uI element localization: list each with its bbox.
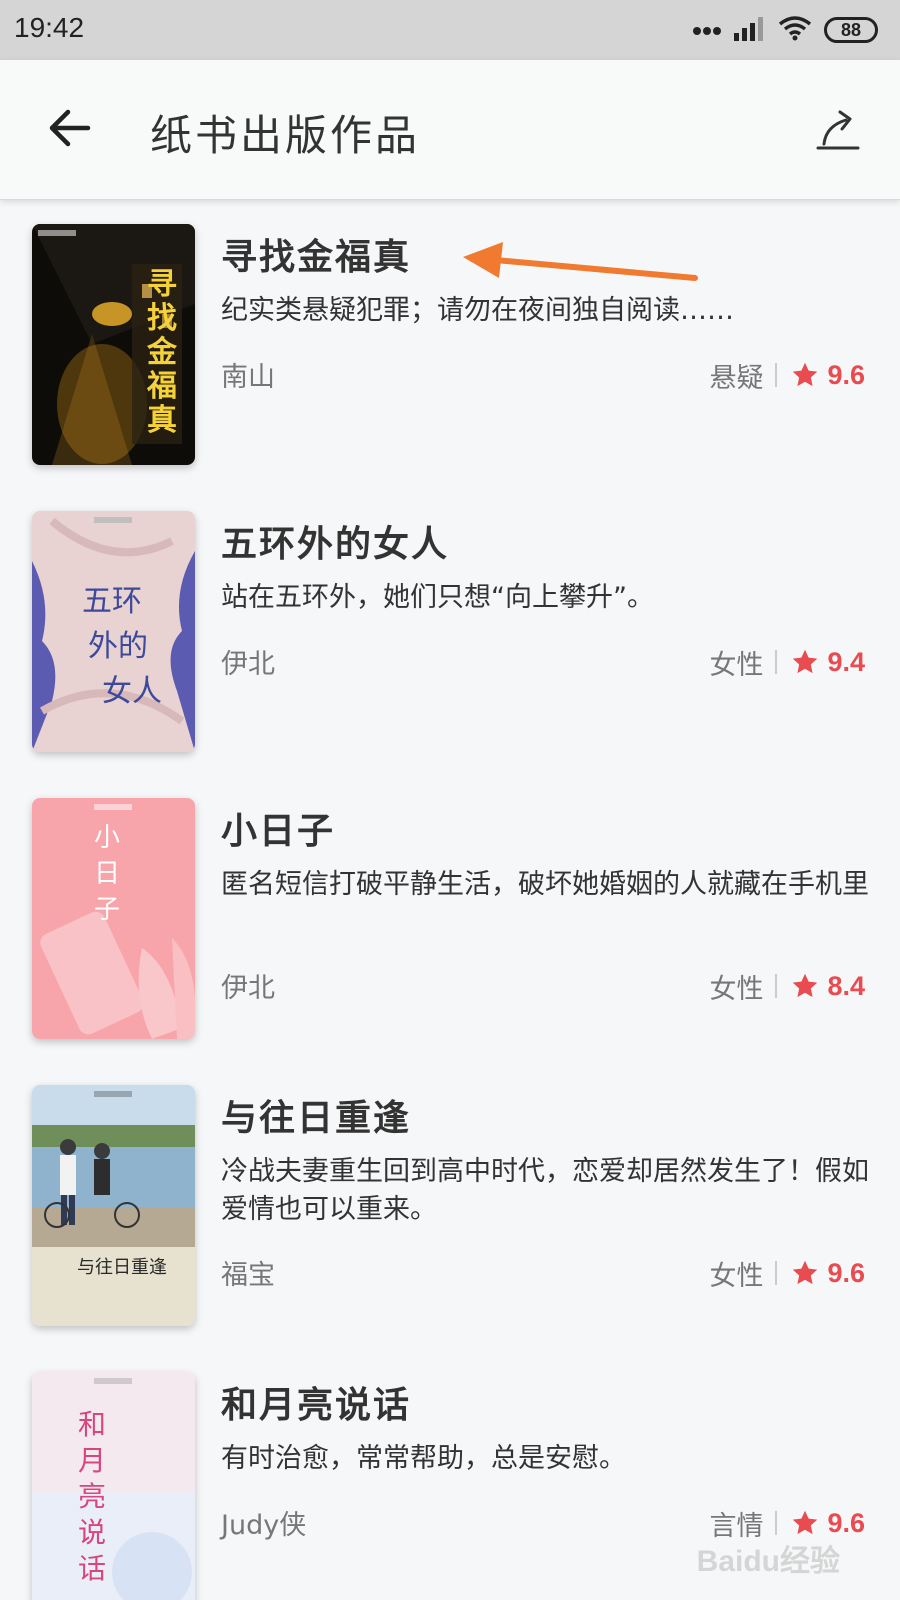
- annotation-arrow-icon: [463, 242, 698, 281]
- book-description: 匿名短信打破平静生活，破坏她婚姻的人就藏在手机里: [221, 869, 869, 900]
- arrow-left-icon: [48, 108, 92, 152]
- book-list-item[interactable]: 寻 找 金 福 真 寻找金福真 纪实类悬疑犯罪；请勿在夜间独自阅读…… 南山 悬…: [0, 200, 900, 487]
- share-icon: [814, 104, 862, 156]
- book-cover[interactable]: 小 日 子: [32, 798, 195, 1039]
- book-description: 有时治愈，常常帮助，总是安慰。: [221, 1443, 626, 1474]
- svg-text:月: 月: [78, 1444, 106, 1477]
- book-author: Judy侠: [221, 1510, 307, 1541]
- svg-text:外的: 外的: [88, 629, 148, 664]
- svg-text:日: 日: [94, 859, 120, 889]
- svg-text:子: 子: [94, 895, 120, 925]
- book-cover[interactable]: 五环 外的 女人: [32, 511, 195, 752]
- star-icon: [793, 649, 818, 674]
- svg-text:金: 金: [146, 335, 178, 370]
- divider: [775, 363, 778, 387]
- status-icons: 88: [692, 14, 878, 46]
- star-icon: [793, 1510, 818, 1535]
- book-category: 悬疑: [709, 362, 764, 394]
- book-title: 五环外的女人: [221, 524, 450, 565]
- watermark-logo: Baidu经验: [696, 1545, 840, 1578]
- book-cover[interactable]: 寻 找 金 福 真: [32, 224, 195, 465]
- svg-text:与往日重逢: 与往日重逢: [77, 1257, 167, 1278]
- book-title: 与往日重逢: [221, 1098, 412, 1139]
- svg-text:寻: 寻: [147, 267, 177, 302]
- book-category: 女性: [709, 649, 764, 681]
- svg-text:话: 话: [78, 1552, 106, 1585]
- svg-text:亮: 亮: [78, 1480, 106, 1513]
- svg-text:真: 真: [147, 403, 177, 438]
- book-rating: 9.6: [827, 359, 865, 390]
- book-cover[interactable]: 和 月 亮 说 话: [32, 1372, 195, 1600]
- more-dots-icon: [692, 21, 722, 40]
- book-author: 伊北: [221, 973, 275, 1004]
- star-icon: [793, 1260, 818, 1285]
- divider: [775, 1261, 778, 1285]
- book-list: 寻 找 金 福 真 寻找金福真 纪实类悬疑犯罪；请勿在夜间独自阅读…… 南山 悬…: [0, 200, 900, 1600]
- book-meta: 悬疑 9.6: [709, 355, 865, 395]
- book-list-item[interactable]: 小 日 子 小日子 匿名短信打破平静生活，破坏她婚姻的人就藏在手机里 伊北 女性…: [0, 774, 900, 1061]
- svg-text:福: 福: [146, 369, 177, 404]
- svg-text:小: 小: [94, 823, 120, 853]
- book-meta: 女性 9.6: [709, 1253, 865, 1293]
- svg-text:女人: 女人: [102, 674, 162, 709]
- wifi-icon: [778, 15, 812, 45]
- book-meta: 女性 8.4: [709, 966, 865, 1006]
- star-icon: [793, 362, 818, 387]
- app-bar: 纸书出版作品: [0, 60, 900, 200]
- book-cover[interactable]: 与往日重逢: [32, 1085, 195, 1326]
- signal-icon: [734, 15, 766, 45]
- book-rating: 9.4: [827, 646, 865, 677]
- book-rating: 9.6: [827, 1257, 865, 1288]
- book-category: 女性: [709, 973, 764, 1005]
- status-time: 19:42: [14, 12, 85, 43]
- book-rating: 9.6: [827, 1507, 865, 1538]
- divider: [775, 974, 778, 998]
- svg-text:说: 说: [78, 1516, 106, 1549]
- star-icon: [793, 973, 818, 998]
- divider: [775, 1511, 778, 1535]
- book-meta: 女性 9.4: [709, 642, 865, 682]
- svg-text:找: 找: [147, 301, 177, 336]
- book-author: 伊北: [221, 649, 275, 680]
- status-bar: 19:42 88: [0, 0, 900, 60]
- book-list-item[interactable]: 五环 外的 女人 五环外的女人 站在五环外，她们只想“向上攀升”。 伊北 女性 …: [0, 487, 900, 774]
- book-title: 寻找金福真: [221, 237, 412, 278]
- book-description: 站在五环外，她们只想“向上攀升”。: [221, 582, 654, 613]
- back-button[interactable]: [40, 100, 100, 160]
- book-description: 纪实类悬疑犯罪；请勿在夜间独自阅读……: [221, 295, 734, 326]
- book-author: 福宝: [221, 1260, 275, 1291]
- share-button[interactable]: [806, 98, 870, 162]
- battery-indicator: 88: [824, 17, 878, 43]
- book-title: 和月亮说话: [221, 1385, 412, 1426]
- book-description: 冷战夫妻重生回到高中时代，恋爱却居然发生了！假如爱情也可以重来。: [221, 1156, 869, 1225]
- book-author: 南山: [221, 362, 275, 393]
- page-title: 纸书出版作品: [150, 111, 421, 160]
- book-list-item[interactable]: 与往日重逢 与往日重逢 冷战夫妻重生回到高中时代，恋爱却居然发生了！假如爱情也可…: [0, 1061, 900, 1348]
- book-category: 女性: [709, 1260, 764, 1292]
- divider: [775, 650, 778, 674]
- svg-text:五环: 五环: [82, 584, 142, 619]
- book-rating: 8.4: [827, 970, 865, 1001]
- book-title: 小日子: [221, 811, 336, 852]
- svg-text:和: 和: [78, 1408, 106, 1441]
